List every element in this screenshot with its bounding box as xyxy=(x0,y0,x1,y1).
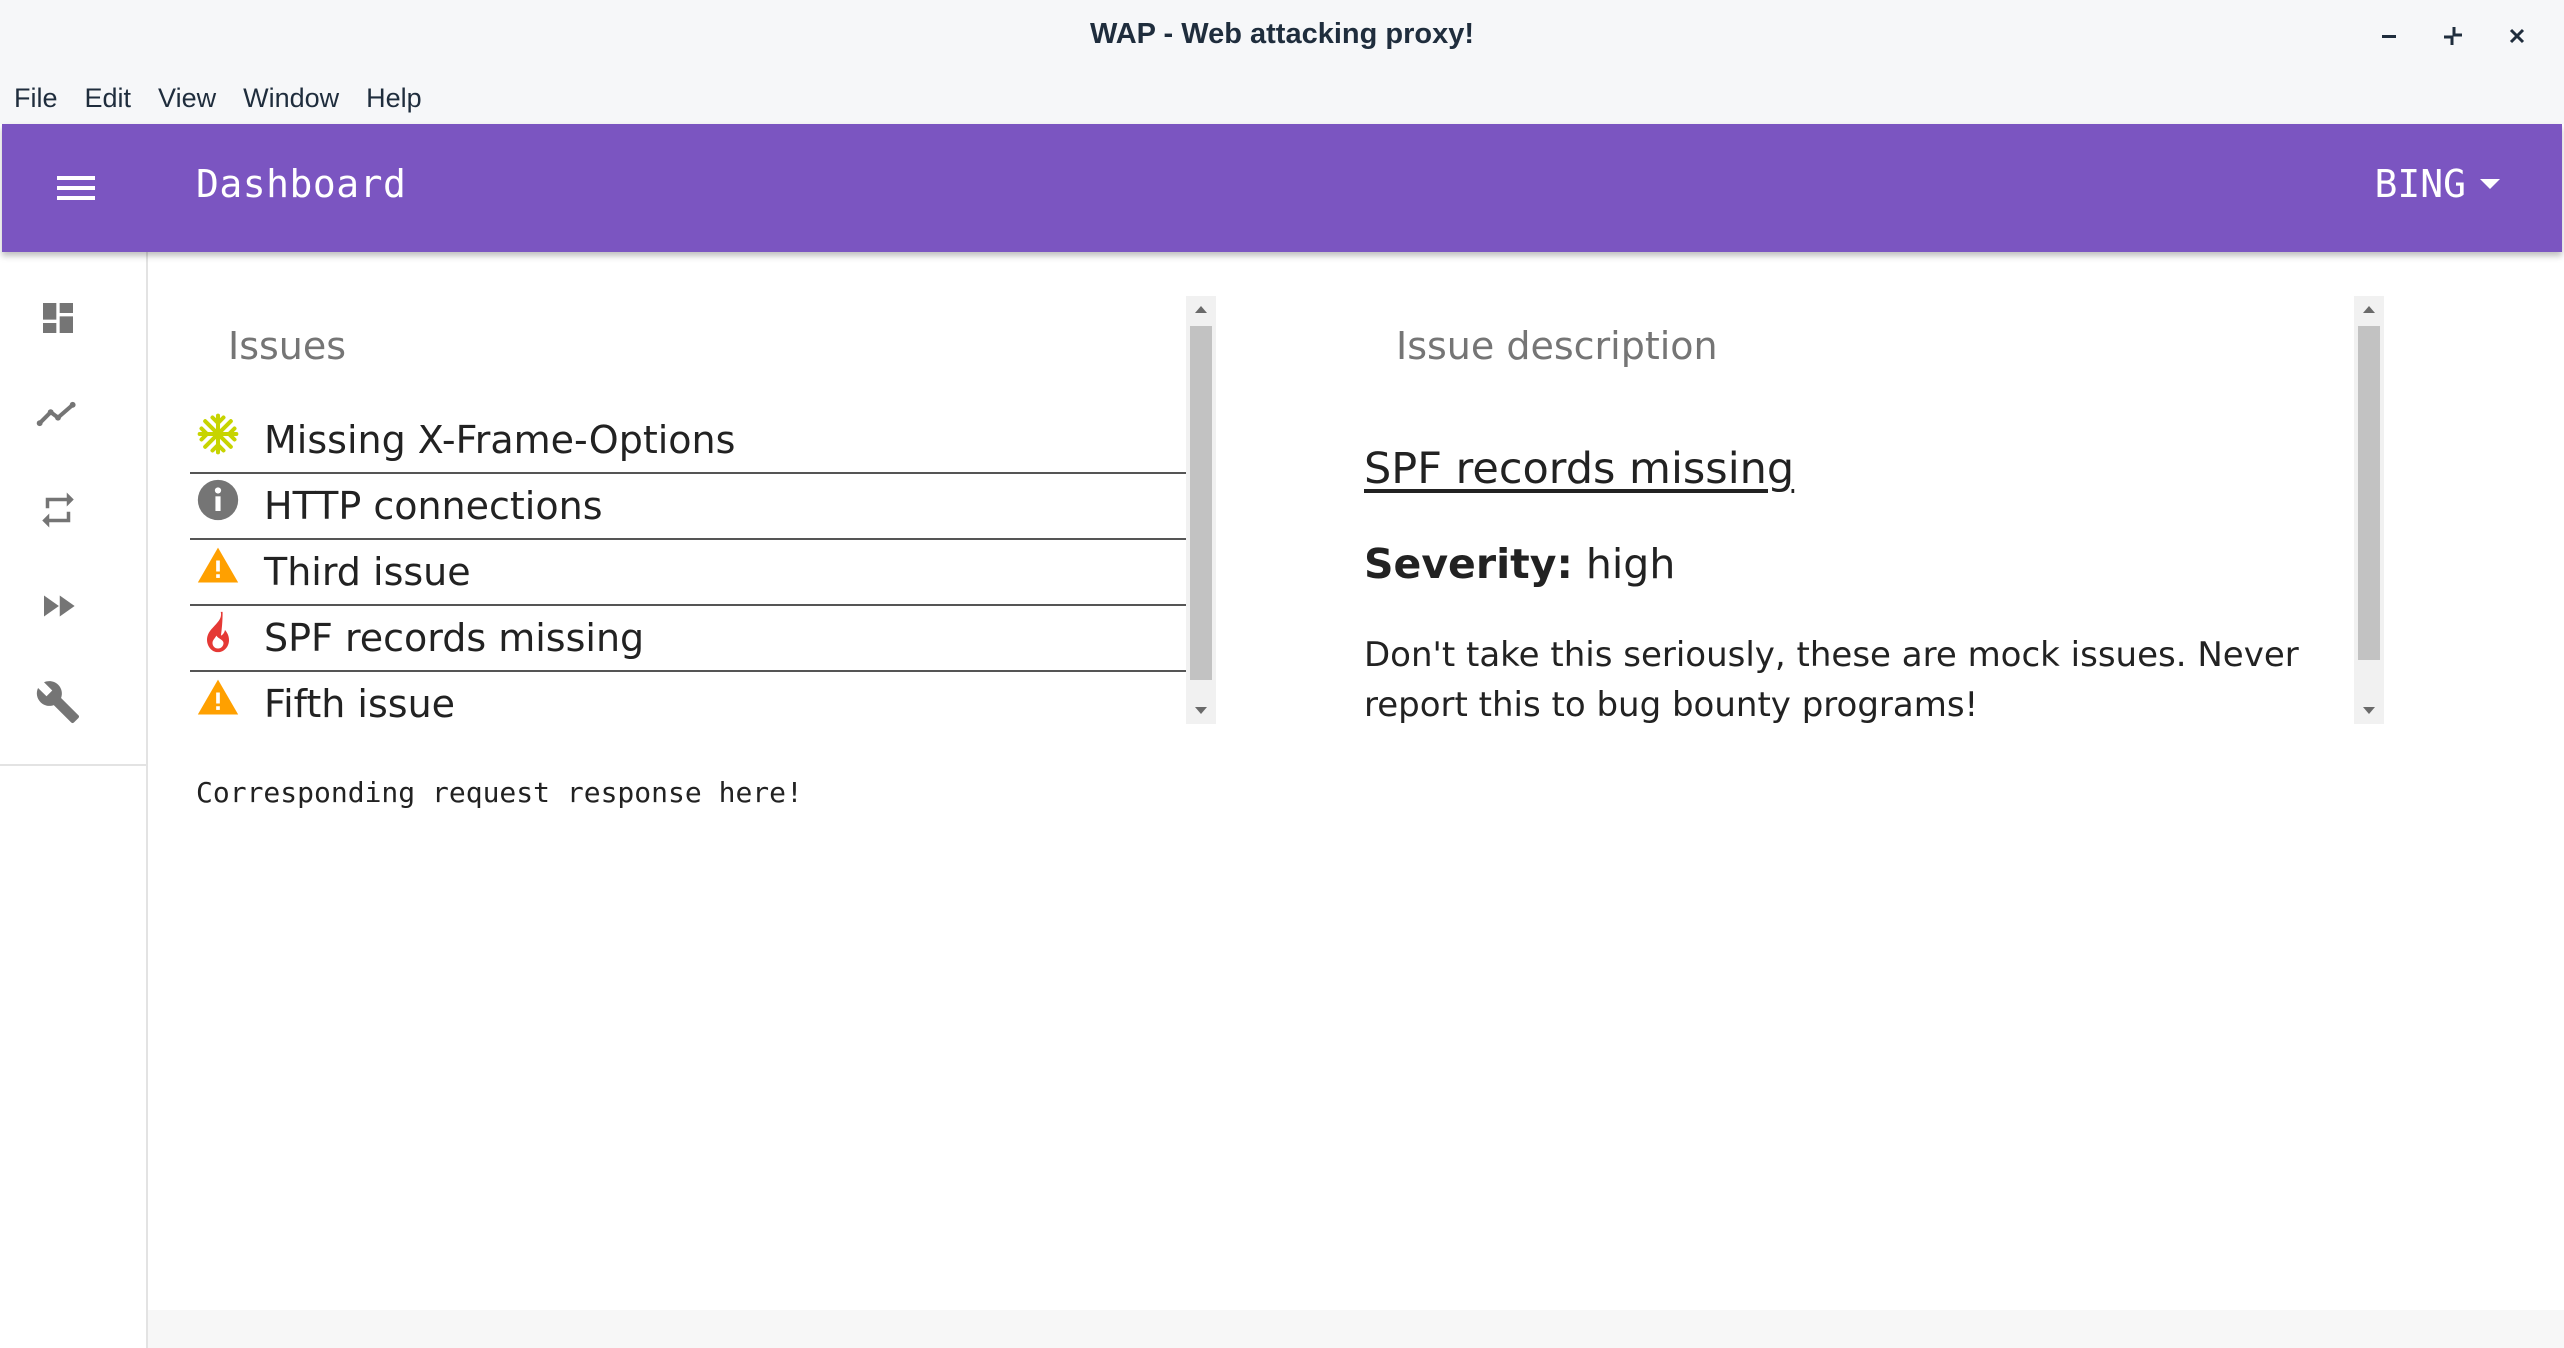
severity-label: Severity: xyxy=(1364,540,1573,588)
scroll-up-icon[interactable] xyxy=(2363,306,2375,313)
scroll-thumb[interactable] xyxy=(1190,326,1212,680)
footer-strip xyxy=(148,1310,2564,1348)
scroll-down-icon[interactable] xyxy=(1195,707,1207,714)
issue-severity: Severity: high xyxy=(1364,540,1675,588)
nav-item-fast-forward[interactable] xyxy=(0,570,116,642)
warning-icon xyxy=(197,679,239,715)
minimize-icon xyxy=(2382,35,2396,38)
list-item-label: Third issue xyxy=(264,550,471,594)
issue-title: SPF records missing xyxy=(1364,444,1795,494)
close-button[interactable] xyxy=(2490,14,2544,58)
trending-icon xyxy=(36,401,76,427)
menu-help[interactable]: Help xyxy=(366,83,422,114)
nav-item-tools[interactable] xyxy=(0,666,116,738)
nav-item-trending[interactable] xyxy=(0,378,116,450)
page-title: Dashboard xyxy=(196,162,407,206)
domain-dropdown-value: BING xyxy=(2374,162,2466,206)
fast-forward-icon xyxy=(44,595,75,617)
issue-description-panel: Issue description SPF records missing Se… xyxy=(1364,296,2384,725)
window-titlebar: WAP - Web attacking proxy! xyxy=(0,0,2564,72)
description-scrollbar[interactable] xyxy=(2354,296,2384,724)
dashboard-icon xyxy=(43,303,73,333)
snowflake-icon xyxy=(197,413,239,455)
list-item[interactable]: Missing X-Frame-Options xyxy=(190,408,1186,474)
menubar: File Edit View Window Help xyxy=(0,72,2564,124)
window-title: WAP - Web attacking proxy! xyxy=(1089,18,1475,50)
list-item-label: SPF records missing xyxy=(264,616,645,660)
info-icon xyxy=(197,479,239,521)
domain-dropdown[interactable]: BING xyxy=(2374,162,2500,206)
nav-divider xyxy=(0,764,146,766)
close-icon xyxy=(2509,28,2525,44)
list-item[interactable]: SPF records missing xyxy=(190,606,1186,672)
issues-scrollbar[interactable] xyxy=(1186,296,1216,724)
list-item-label: Missing X-Frame-Options xyxy=(264,418,736,462)
warning-icon xyxy=(197,547,239,583)
list-item-label: HTTP connections xyxy=(264,484,603,528)
window-controls xyxy=(2362,14,2544,58)
list-item-label: Fifth issue xyxy=(264,682,456,726)
restore-button[interactable] xyxy=(2426,14,2480,58)
menu-view[interactable]: View xyxy=(158,83,216,114)
wrench-icon xyxy=(36,681,80,724)
issues-list: Missing X-Frame-Options HTTP connections… xyxy=(190,408,1186,738)
list-item[interactable]: Fifth issue xyxy=(190,672,1186,738)
menu-edit[interactable]: Edit xyxy=(85,83,132,114)
issues-heading: Issues xyxy=(228,324,347,368)
fire-icon xyxy=(207,611,229,653)
hamburger-icon xyxy=(57,176,95,200)
minimize-button[interactable] xyxy=(2362,14,2416,58)
restore-icon xyxy=(2444,27,2462,45)
scroll-up-icon[interactable] xyxy=(1195,306,1207,313)
menu-file[interactable]: File xyxy=(14,83,58,114)
list-item[interactable]: HTTP connections xyxy=(190,474,1186,540)
app-bar: Dashboard BING xyxy=(2,124,2562,252)
request-response-text: Corresponding request response here! xyxy=(196,776,803,809)
description-heading: Issue description xyxy=(1396,324,1718,368)
side-nav xyxy=(0,252,148,1348)
scroll-down-icon[interactable] xyxy=(2363,707,2375,714)
menu-window[interactable]: Window xyxy=(243,83,339,114)
chevron-down-icon xyxy=(2480,179,2500,189)
menu-toggle-button[interactable] xyxy=(48,160,104,216)
scroll-thumb[interactable] xyxy=(2358,326,2380,660)
issue-description-text: Don't take this seriously, these are moc… xyxy=(1364,635,2299,725)
nav-item-dashboard[interactable] xyxy=(0,282,116,354)
nav-item-repeater[interactable] xyxy=(0,474,116,546)
list-item[interactable]: Third issue xyxy=(190,540,1186,606)
severity-value: high xyxy=(1585,540,1676,588)
repeat-icon xyxy=(42,492,74,528)
issues-panel: Issues Missing X-Frame-Options HTTP conn… xyxy=(190,296,1216,726)
